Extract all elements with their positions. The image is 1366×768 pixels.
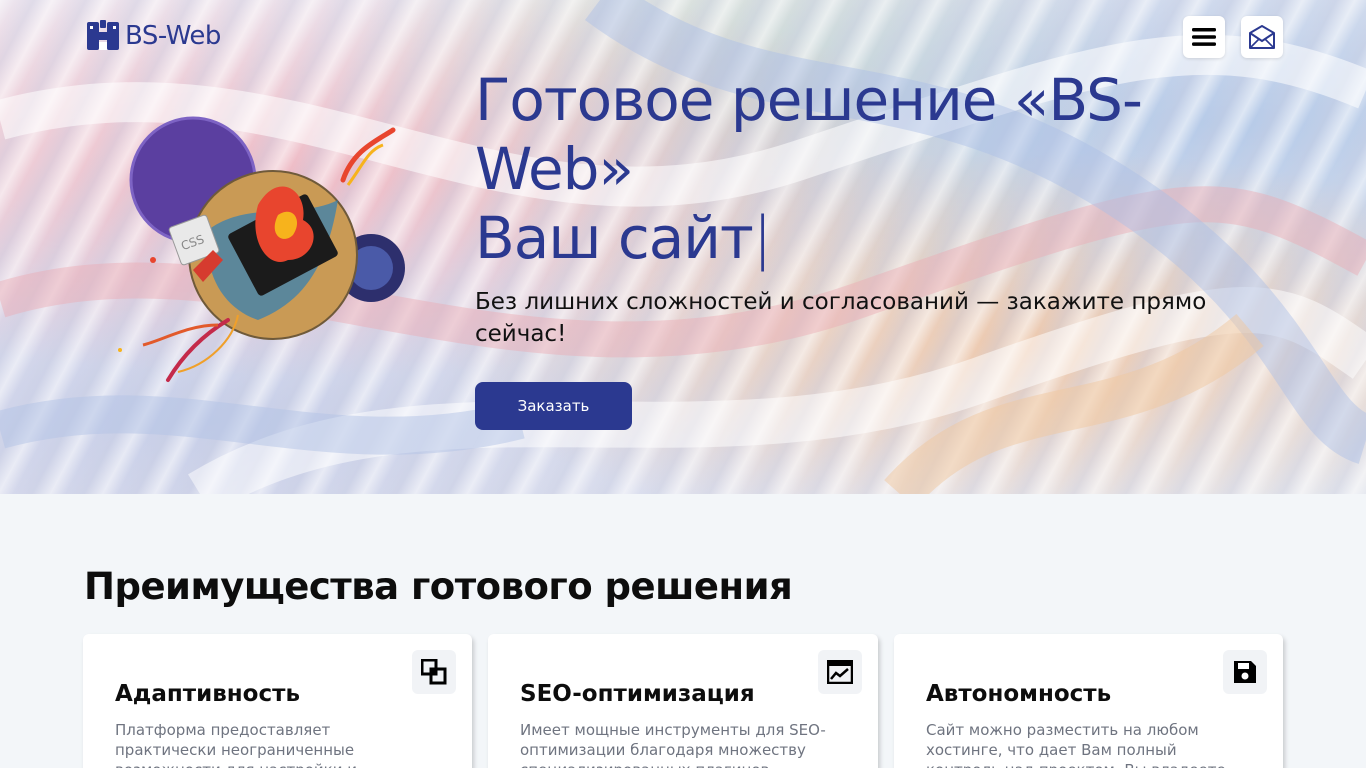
card-icon-button — [412, 650, 456, 694]
layers-icon — [421, 659, 447, 685]
save-disk-icon — [1234, 661, 1256, 683]
menu-button[interactable] — [1183, 16, 1225, 58]
hamburger-menu-icon — [1192, 28, 1216, 46]
card-text: Имеет мощные инструменты для SEO-оптимиз… — [520, 721, 826, 768]
envelope-icon — [1249, 25, 1275, 49]
card-title: Адаптивность — [115, 681, 300, 707]
contact-button[interactable] — [1241, 16, 1283, 58]
advantage-card-seo: SEO-оптимизация Имеет мощные инструменты… — [488, 634, 878, 768]
logo-icon — [87, 20, 119, 50]
hero-title-line3: Ваш сайт — [475, 204, 754, 272]
hero-title: Готовое решение «BS- Web» Ваш сайт| — [475, 66, 1235, 273]
advantage-card-autonomy: Автономность Сайт можно разместить на лю… — [894, 634, 1283, 768]
hero-title-line2: Web» — [475, 135, 634, 203]
card-text: Сайт можно разместить на любом хостинге,… — [926, 721, 1226, 768]
hero-section: BS-Web CSS Готовое решение «BS- Web» Ваш… — [0, 0, 1366, 494]
hero-illustration: CSS — [118, 116, 405, 382]
hero-subtitle: Без лишних сложностей и согласований — з… — [475, 289, 1207, 347]
logo[interactable]: BS-Web — [87, 20, 221, 52]
card-title: SEO-оптимизация — [520, 681, 755, 707]
order-button[interactable]: Заказать — [475, 382, 632, 430]
hero-title-line1: Готовое решение «BS- — [475, 66, 1143, 134]
chart-icon — [827, 660, 853, 684]
card-icon-button — [818, 650, 862, 694]
typing-caret: | — [752, 204, 773, 272]
card-text: Платформа предоставляет практически неог… — [115, 721, 357, 768]
advantages-title: Преимущества готового решения — [84, 565, 793, 608]
card-icon-button — [1223, 650, 1267, 694]
advantage-card-adaptivity: Адаптивность Платформа предоставляет пра… — [83, 634, 472, 768]
card-title: Автономность — [926, 681, 1112, 707]
logo-text: BS-Web — [125, 21, 221, 51]
